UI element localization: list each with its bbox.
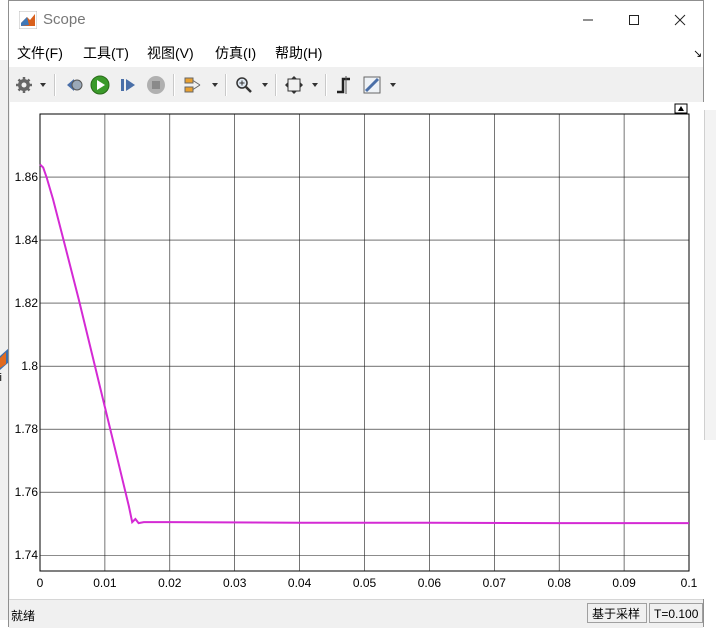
background-window-edge-right xyxy=(704,110,716,440)
measurements-dropdown-icon[interactable] xyxy=(390,83,396,87)
x-tick-label: 0.04 xyxy=(288,576,312,590)
settings-dropdown-icon[interactable] xyxy=(40,83,46,87)
step-forward-button[interactable] xyxy=(117,73,139,97)
status-bar: 就绪 基于采样 T=0.100 xyxy=(9,599,703,628)
x-tick-label: 0.08 xyxy=(548,576,572,590)
step-back-button[interactable] xyxy=(63,73,85,97)
x-tick-label: 0.07 xyxy=(483,576,507,590)
signal-selector-dropdown-icon[interactable] xyxy=(212,83,218,87)
signal-selector-icon xyxy=(184,77,201,93)
x-tick-label: 0.02 xyxy=(158,576,182,590)
measurements-button[interactable] xyxy=(361,73,383,97)
menu-bar: 文件(F) 工具(T) 视图(V) 仿真(I) 帮助(H) ↘ xyxy=(9,39,703,67)
toolbar-separator xyxy=(275,74,277,96)
x-tick-label: 0.05 xyxy=(353,576,377,590)
y-tick-label: 1.84 xyxy=(15,233,39,247)
toolbar-separator xyxy=(325,74,327,96)
fit-to-view-button[interactable] xyxy=(283,73,305,97)
menu-help[interactable]: 帮助(H) xyxy=(275,45,322,61)
close-button[interactable] xyxy=(657,1,703,39)
matlab-icon xyxy=(18,10,38,30)
toolbar-separator xyxy=(225,74,227,96)
close-icon xyxy=(674,14,686,26)
menu-tools[interactable]: 工具(T) xyxy=(83,45,129,61)
step-back-icon xyxy=(67,79,83,91)
step-forward-icon xyxy=(121,79,135,91)
y-tick-label: 1.8 xyxy=(21,359,38,373)
x-tick-label: 0.09 xyxy=(612,576,636,590)
x-tick-label: 0.06 xyxy=(418,576,442,590)
stop-icon xyxy=(147,76,165,94)
zoom-icon xyxy=(236,77,252,93)
y-tick-label: 1.74 xyxy=(15,548,39,562)
cursor-measure-icon xyxy=(337,76,350,94)
toolbar-separator xyxy=(173,74,175,96)
maximize-icon xyxy=(629,15,639,25)
window-title: Scope xyxy=(43,11,86,28)
x-tick-label: 0.1 xyxy=(681,576,698,590)
y-tick-label: 1.76 xyxy=(15,485,39,499)
x-tick-label: 0.03 xyxy=(223,576,247,590)
menu-file[interactable]: 文件(F) xyxy=(17,45,63,61)
title-bar[interactable]: Scope xyxy=(9,1,703,39)
status-time: T=0.100 xyxy=(649,603,703,623)
maximize-button[interactable] xyxy=(611,1,657,39)
minimize-icon xyxy=(583,19,593,21)
toolbar xyxy=(9,69,703,101)
menu-simulation[interactable]: 仿真(I) xyxy=(215,45,256,61)
run-button[interactable] xyxy=(89,73,111,97)
background-partial-label: ci xyxy=(0,372,2,384)
run-icon xyxy=(90,75,110,95)
toolbar-separator xyxy=(54,74,56,96)
y-tick-label: 1.82 xyxy=(15,296,39,310)
scope-window: Scope 文件(F) 工具(T) 视图(V) 仿真(I) 帮助(H) ↘ 0 … xyxy=(8,0,704,628)
fit-dropdown-icon[interactable] xyxy=(312,83,318,87)
fit-to-view-icon xyxy=(285,76,303,94)
minimize-button[interactable] xyxy=(565,1,611,39)
y-tick-label: 1.86 xyxy=(15,170,39,184)
zoom-button[interactable] xyxy=(233,73,255,97)
triggers-button[interactable] xyxy=(333,73,355,97)
x-tick-label: 0.01 xyxy=(93,576,117,590)
scope-axes[interactable]: 0 0.01 0.02 0.03 0.04 0.05 0.06 0.07 0.08 0.09 0.1… xyxy=(10,102,704,599)
bilevel-measure-icon xyxy=(363,76,381,94)
y-tick-label: 1.78 xyxy=(15,422,39,436)
scope-display[interactable]: 0 0.01 0.02 0.03 0.04 0.05 0.06 0.07 0.08 0.09 0.1… xyxy=(10,102,704,599)
gear-icon xyxy=(16,77,32,93)
stop-button[interactable] xyxy=(145,73,167,97)
status-ready-text: 就绪 xyxy=(11,609,36,623)
zoom-dropdown-icon[interactable] xyxy=(262,83,268,87)
x-tick-label: 0 xyxy=(37,576,44,590)
settings-button[interactable] xyxy=(13,73,35,97)
menu-view[interactable]: 视图(V) xyxy=(147,45,194,61)
signal-selector-button[interactable] xyxy=(181,73,205,97)
status-mode: 基于采样 xyxy=(587,603,647,623)
dock-arrow-icon[interactable]: ↘ xyxy=(693,47,702,60)
